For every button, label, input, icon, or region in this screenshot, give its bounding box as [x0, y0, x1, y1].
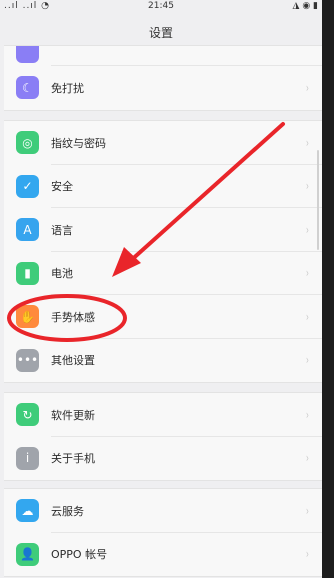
- settings-row-battery[interactable]: ▮ 电池 ›: [4, 252, 322, 295]
- settings-row-security[interactable]: ✓ 安全 ›: [4, 165, 322, 208]
- row-label: 语言: [51, 223, 73, 237]
- chevron-right-icon: ›: [306, 179, 310, 194]
- settings-row-cloud[interactable]: ☁ 云服务 ›: [4, 489, 322, 533]
- status-icons: ◮ ◉ ▮: [292, 1, 318, 11]
- shield-icon: ✓: [16, 174, 39, 198]
- settings-row-about[interactable]: i 关于手机 ›: [4, 437, 322, 481]
- cloud-icon: ☁: [16, 499, 39, 523]
- moon-icon: ☾: [16, 76, 39, 100]
- status-time: 21:45: [148, 1, 174, 11]
- row-label: 其他设置: [51, 354, 95, 368]
- settings-row-update[interactable]: ↻ 软件更新 ›: [4, 393, 322, 437]
- settings-row-language[interactable]: A 语言 ›: [4, 208, 322, 252]
- account-icon: 👤: [16, 542, 39, 566]
- row-label: 免打扰: [51, 81, 84, 95]
- settings-group-system: ↻ 软件更新 › i 关于手机 ›: [4, 392, 322, 481]
- row-label: 云服务: [51, 504, 84, 518]
- scrollbar[interactable]: [317, 150, 319, 250]
- chevron-right-icon: ›: [306, 222, 310, 237]
- update-icon: ↻: [16, 403, 39, 427]
- screen-edge: [322, 0, 334, 578]
- chevron-right-icon: ›: [306, 266, 310, 281]
- chevron-right-icon: ›: [306, 547, 310, 562]
- more-icon: •••: [16, 348, 39, 372]
- chevron-right-icon: ›: [306, 80, 310, 95]
- settings-row-other[interactable]: ••• 其他设置 ›: [4, 339, 322, 383]
- settings-group-top: ☾ 免打扰 ›: [4, 45, 322, 111]
- language-icon: A: [16, 218, 39, 242]
- settings-row-hidden[interactable]: [4, 46, 322, 66]
- settings-row-do-not-disturb[interactable]: ☾ 免打扰 ›: [4, 66, 322, 110]
- chevron-right-icon: ›: [306, 309, 310, 324]
- row-label: 安全: [51, 180, 73, 194]
- row-label: OPPO 帐号: [51, 548, 108, 562]
- settings-row-account[interactable]: 👤 OPPO 帐号 ›: [4, 533, 322, 577]
- settings-icon: [16, 46, 39, 63]
- row-label: 电池: [51, 267, 73, 281]
- info-icon: i: [16, 446, 39, 470]
- chevron-right-icon: ›: [306, 407, 310, 422]
- chevron-right-icon: ›: [306, 503, 310, 518]
- settings-row-gesture[interactable]: ✋ 手势体感 ›: [4, 295, 322, 339]
- status-bar: ..ıl ..ıl ◔ 21:45 ◮ ◉ ▮: [0, 0, 322, 14]
- row-label: 关于手机: [51, 452, 95, 466]
- chevron-right-icon: ›: [306, 353, 310, 368]
- settings-group-account: ☁ 云服务 › 👤 OPPO 帐号 ›: [4, 488, 322, 577]
- chevron-right-icon: ›: [306, 135, 310, 150]
- row-label: 手势体感: [51, 310, 95, 324]
- settings-group-security: ◎ 指纹与密码 › ✓ 安全 › A 语言 › ▮ 电池 › ✋ 手势体感 › …: [4, 120, 322, 383]
- fingerprint-icon: ◎: [16, 131, 39, 155]
- row-label: 指纹与密码: [51, 136, 106, 150]
- gesture-icon: ✋: [16, 305, 39, 329]
- chevron-right-icon: ›: [306, 451, 310, 466]
- row-label: 软件更新: [51, 408, 95, 422]
- settings-row-fingerprint[interactable]: ◎ 指纹与密码 ›: [4, 121, 322, 165]
- battery-icon: ▮: [16, 261, 39, 285]
